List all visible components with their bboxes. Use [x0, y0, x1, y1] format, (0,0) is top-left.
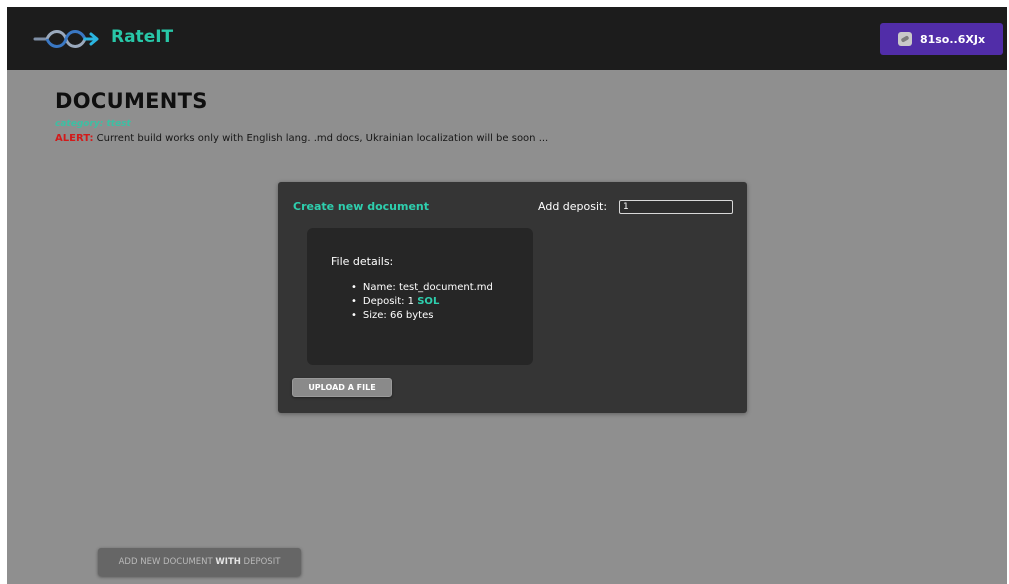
card-title: Create new document: [293, 200, 430, 213]
file-name-item: Name: test_document.md: [351, 281, 493, 295]
wallet-address: 81so..6XJx: [919, 32, 986, 46]
infinity-arrow-logo-icon[interactable]: [33, 23, 99, 55]
add-button-suffix: DEPOSIT: [240, 557, 281, 567]
upload-file-button[interactable]: UPLOAD A FILE: [292, 378, 392, 397]
create-document-card: Create new document Add deposit: File de…: [278, 182, 747, 413]
file-details-panel: File details: Name: test_document.md Dep…: [307, 228, 533, 365]
page-title: DOCUMENTS: [55, 89, 208, 113]
top-navbar: RateIT 81so..6XJx: [7, 7, 1007, 70]
file-deposit-text: Deposit: 1: [362, 296, 418, 307]
file-details-heading: File details:: [331, 255, 394, 268]
wallet-icon: [897, 32, 912, 46]
deposit-input[interactable]: [619, 200, 733, 214]
category-label: category: ttest: [55, 119, 131, 129]
alert-message: ALERT: Current build works only with Eng…: [55, 133, 548, 144]
add-document-button[interactable]: ADD NEW DOCUMENT WITH DEPOSIT: [98, 548, 301, 576]
file-details-list: Name: test_document.md Deposit: 1 SOL Si…: [351, 281, 493, 323]
wallet-button[interactable]: 81so..6XJx: [880, 23, 1003, 55]
alert-text: Current build works only with English la…: [93, 133, 549, 144]
file-deposit-item: Deposit: 1 SOL: [351, 295, 493, 309]
file-size-item: Size: 66 bytes: [351, 309, 493, 323]
alert-label: ALERT:: [55, 133, 94, 144]
sol-unit: SOL: [417, 296, 440, 307]
add-button-prefix: ADD NEW DOCUMENT: [118, 557, 216, 567]
deposit-label: Add deposit:: [538, 200, 608, 213]
add-button-bold: WITH: [215, 557, 241, 567]
brand-name[interactable]: RateIT: [111, 27, 173, 47]
app-window: RateIT 81so..6XJx DOCUMENTS category: tt…: [7, 7, 1007, 584]
